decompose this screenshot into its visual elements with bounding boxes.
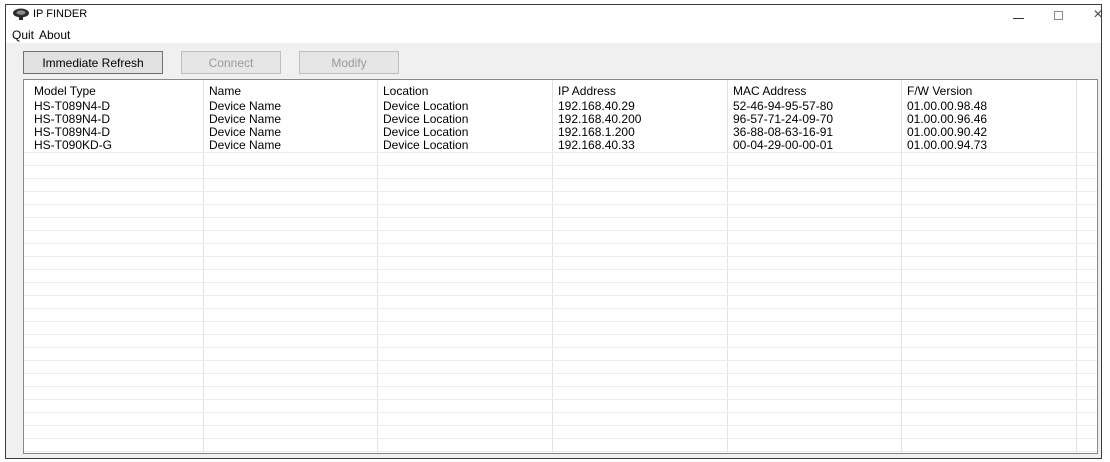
empty-row-gridline [24, 425, 1097, 426]
column-header-fw-version[interactable]: F/W Version [907, 84, 972, 98]
maximize-button[interactable] [1036, 5, 1080, 25]
menu-about[interactable]: About [39, 28, 70, 42]
column-header-ip-address[interactable]: IP Address [558, 84, 616, 98]
empty-row-gridline [24, 191, 1097, 192]
empty-row-gridline [24, 347, 1097, 348]
maximize-icon [1053, 10, 1063, 20]
empty-row-gridline [24, 321, 1097, 322]
ip-finder-camera-icon [13, 8, 29, 20]
immediate-refresh-button[interactable]: Immediate Refresh [23, 51, 163, 74]
empty-row-gridline [24, 152, 1097, 153]
empty-row-gridline [24, 373, 1097, 374]
empty-row-gridline [24, 217, 1097, 218]
table-row[interactable]: HS-T090KD-G Device Name Device Location … [24, 139, 1097, 152]
column-header-model-type[interactable]: Model Type [34, 84, 96, 98]
empty-row-gridline [24, 230, 1097, 231]
empty-row-gridline [24, 438, 1097, 439]
empty-row-gridline [24, 269, 1097, 270]
empty-row-gridline [24, 399, 1097, 400]
empty-row-gridline [24, 295, 1097, 296]
empty-row-gridline [24, 412, 1097, 413]
window-title: IP FINDER [33, 8, 88, 20]
empty-row-gridline [24, 308, 1097, 309]
cell-name: Device Name [209, 138, 282, 152]
empty-row-gridline [24, 243, 1097, 244]
empty-row-gridline [24, 165, 1097, 166]
empty-row-gridline [24, 386, 1097, 387]
cell-location: Device Location [383, 138, 469, 152]
empty-row-gridline [24, 360, 1097, 361]
column-header-name[interactable]: Name [209, 84, 241, 98]
empty-row-gridline [24, 178, 1097, 179]
device-list[interactable]: Model Type Name Location IP Address MAC … [23, 79, 1098, 454]
menu-bar: Quit About [6, 25, 1101, 43]
menu-quit[interactable]: Quit [12, 28, 34, 42]
modify-button[interactable]: Modify [299, 51, 399, 74]
ip-finder-window: IP FINDER × Quit About Immediate Refresh… [5, 4, 1102, 459]
cell-fw-version: 01.00.00.94.73 [907, 138, 988, 152]
cell-mac-address: 00-04-29-00-00-01 [733, 138, 834, 152]
empty-row-gridline [24, 334, 1097, 335]
cell-model-type: HS-T090KD-G [34, 138, 113, 152]
column-header-location[interactable]: Location [383, 84, 428, 98]
connect-button[interactable]: Connect [181, 51, 281, 74]
list-header: Model Type Name Location IP Address MAC … [24, 80, 1097, 100]
close-button[interactable]: × [1076, 5, 1102, 25]
empty-row-gridline [24, 256, 1097, 257]
minimize-button[interactable] [996, 5, 1040, 25]
empty-row-gridline [24, 204, 1097, 205]
close-icon: × [1093, 6, 1102, 23]
empty-row-gridline [24, 451, 1097, 452]
cell-ip-address: 192.168.40.33 [558, 138, 635, 152]
title-bar[interactable]: IP FINDER × [6, 5, 1101, 25]
minimize-icon [1012, 17, 1024, 19]
column-header-mac-address[interactable]: MAC Address [733, 84, 806, 98]
empty-row-gridline [24, 282, 1097, 283]
toolbar: Immediate Refresh Connect Modify [6, 43, 1101, 79]
